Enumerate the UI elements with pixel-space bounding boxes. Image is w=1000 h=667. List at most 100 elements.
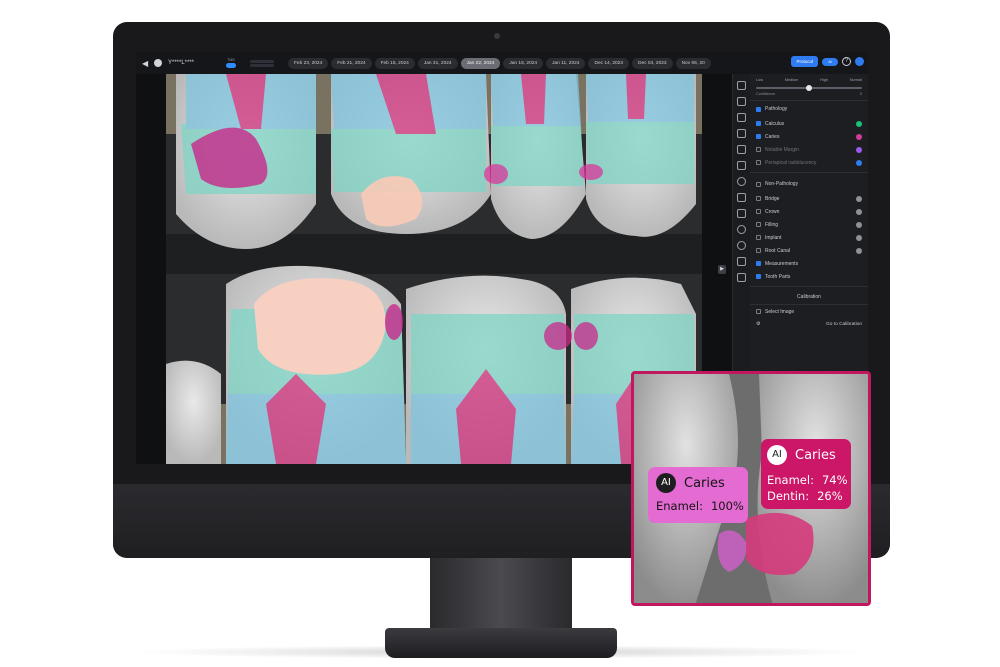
home-tool-icon[interactable] <box>737 145 746 154</box>
color-swatch <box>856 120 862 127</box>
topbar-actions: Protocol AI ? <box>791 56 864 67</box>
slider-tick-label: Medium <box>784 78 799 82</box>
help-icon[interactable]: ? <box>842 57 851 66</box>
pathology-item[interactable]: Periapical radiolucency <box>750 156 868 169</box>
date-chip[interactable]: Nov 06, 20 <box>675 57 711 69</box>
caries-tooltip-dentin: AI Caries Enamel: 74% Dentin: 26% <box>761 439 851 509</box>
filter-tool-icon[interactable] <box>737 209 746 218</box>
calibration-title: Calibration <box>750 290 868 305</box>
date-chip[interactable]: Dec 04, 2023 <box>632 57 673 69</box>
ruler-tool-icon[interactable] <box>737 113 746 122</box>
visibility-icon[interactable] <box>856 221 862 228</box>
pathology-item-checkbox[interactable] <box>756 121 761 126</box>
non-pathology-item-label: Crown <box>765 208 780 215</box>
pathology-item[interactable]: Calculus <box>750 117 868 130</box>
non-pathology-item[interactable]: Implant <box>750 231 868 244</box>
non-pathology-item[interactable]: Filling <box>750 218 868 231</box>
tooltip-key: Dentin: <box>767 489 810 503</box>
draw-tool-icon[interactable] <box>737 129 746 138</box>
visibility-icon[interactable] <box>856 208 862 215</box>
tooth-parts-row[interactable]: Tooth Parts <box>750 270 868 283</box>
measurements-checkbox[interactable] <box>756 261 761 266</box>
xray-image <box>166 74 702 464</box>
back-icon[interactable]: ◀ <box>142 59 152 68</box>
date-chip[interactable]: Feb 23, 2024 <box>288 57 329 69</box>
xray-viewer[interactable]: ◀ <box>166 74 702 464</box>
visibility-icon[interactable] <box>856 247 862 254</box>
zoom-inset: AI Caries Enamel: 100% AI Caries Enamel:… <box>631 371 871 606</box>
tooth-parts-checkbox[interactable] <box>756 274 761 279</box>
measurements-label: Measurements <box>765 260 799 267</box>
non-pathology-item[interactable]: Bridge <box>750 192 868 205</box>
tmb-control[interactable]: TMB <box>226 58 236 68</box>
date-chip[interactable]: Jan 31, 2024 <box>417 57 458 69</box>
date-chip[interactable]: Jan 22, 2024 <box>460 57 501 69</box>
non-pathology-item-checkbox[interactable] <box>756 209 761 214</box>
visibility-icon[interactable] <box>856 195 862 202</box>
pathology-item-checkbox[interactable] <box>756 134 761 139</box>
pathology-header[interactable]: Pathology <box>750 101 868 117</box>
non-pathology-item-checkbox[interactable] <box>756 248 761 253</box>
non-pathology-header[interactable]: Non-Pathology <box>750 176 868 192</box>
measurements-row[interactable]: Measurements <box>750 257 868 270</box>
ai-badge: AI <box>656 473 676 493</box>
non-pathology-item[interactable]: Crown <box>750 205 868 218</box>
layout-selector[interactable] <box>250 59 274 67</box>
slider-knob[interactable] <box>806 85 812 91</box>
date-strip: Feb 23, 2024 Feb 21, 2024 Feb 15, 2024 Jan … <box>288 57 711 69</box>
caries-upper-mid <box>484 164 508 184</box>
non-pathology-checkbox[interactable] <box>756 181 761 187</box>
date-chip[interactable]: Feb 21, 2024 <box>331 57 372 69</box>
select-image-row[interactable]: Select Image <box>750 305 868 318</box>
eye-tool-icon[interactable] <box>737 241 746 250</box>
date-chip[interactable]: Feb 15, 2024 <box>374 57 415 69</box>
invert-tool-icon[interactable] <box>737 225 746 234</box>
tooltip-title: Caries <box>684 475 725 491</box>
color-swatch <box>856 159 862 166</box>
pathology-checkbox[interactable] <box>756 106 761 112</box>
pathology-item[interactable]: Caries <box>750 130 868 143</box>
visibility-icon[interactable] <box>856 234 862 241</box>
select-image-label: Select Image <box>765 308 795 315</box>
date-chip[interactable]: Dec 14, 2023 <box>588 57 630 69</box>
caries-upper-right <box>579 164 603 180</box>
ai-toggle[interactable]: AI <box>822 57 838 66</box>
sun-tool-icon[interactable] <box>737 177 746 186</box>
color-swatch <box>856 146 862 153</box>
calibration-link-row: ⚙ Go to Calibration <box>750 318 868 331</box>
next-image-arrow[interactable]: ▶ <box>718 265 726 274</box>
non-pathology-item[interactable]: Root Canal <box>750 244 868 257</box>
non-pathology-item-checkbox[interactable] <box>756 222 761 227</box>
non-pathology-title: Non-Pathology <box>765 181 799 187</box>
pathology-item-checkbox[interactable] <box>756 160 761 165</box>
user-icon <box>154 59 162 67</box>
non-pathology-item-checkbox[interactable] <box>756 235 761 240</box>
confidence-label: Confidence <box>756 92 776 96</box>
select-image-checkbox[interactable] <box>756 309 761 314</box>
tmb-label: TMB <box>227 58 235 62</box>
caries-tooltip-enamel: AI Caries Enamel: 100% <box>648 467 748 523</box>
confidence-row: Confidence 0 <box>756 92 862 96</box>
account-icon[interactable] <box>855 57 864 66</box>
contrast-tool-icon[interactable] <box>737 193 746 202</box>
date-chip[interactable]: Jan 18, 2024 <box>503 57 544 69</box>
rotate-tool-icon[interactable] <box>737 257 746 266</box>
non-pathology-item-label: Bridge <box>765 195 780 202</box>
pathology-item[interactable]: Notable Margin <box>750 143 868 156</box>
print-tool-icon[interactable] <box>737 161 746 170</box>
tooltip-key: Enamel: <box>767 473 814 487</box>
flip-tool-icon[interactable] <box>737 273 746 282</box>
select-tool-icon[interactable] <box>737 81 746 90</box>
pathology-title: Pathology <box>765 106 788 112</box>
confidence-slider[interactable] <box>756 85 862 91</box>
go-to-calibration-link[interactable]: Go to Calibration <box>826 322 862 327</box>
date-chip[interactable]: Jan 11, 2024 <box>546 57 586 69</box>
pathology-list: Calculus Caries Notable Margin Periapical r… <box>750 117 868 169</box>
tooltip-value: 26% <box>817 489 843 503</box>
non-pathology-item-checkbox[interactable] <box>756 196 761 201</box>
protocol-button[interactable]: Protocol <box>791 56 818 67</box>
pathology-item-checkbox[interactable] <box>756 147 761 152</box>
zoom-tool-icon[interactable] <box>737 97 746 106</box>
tmb-toggle[interactable] <box>226 63 236 68</box>
filling-lower <box>254 278 386 375</box>
